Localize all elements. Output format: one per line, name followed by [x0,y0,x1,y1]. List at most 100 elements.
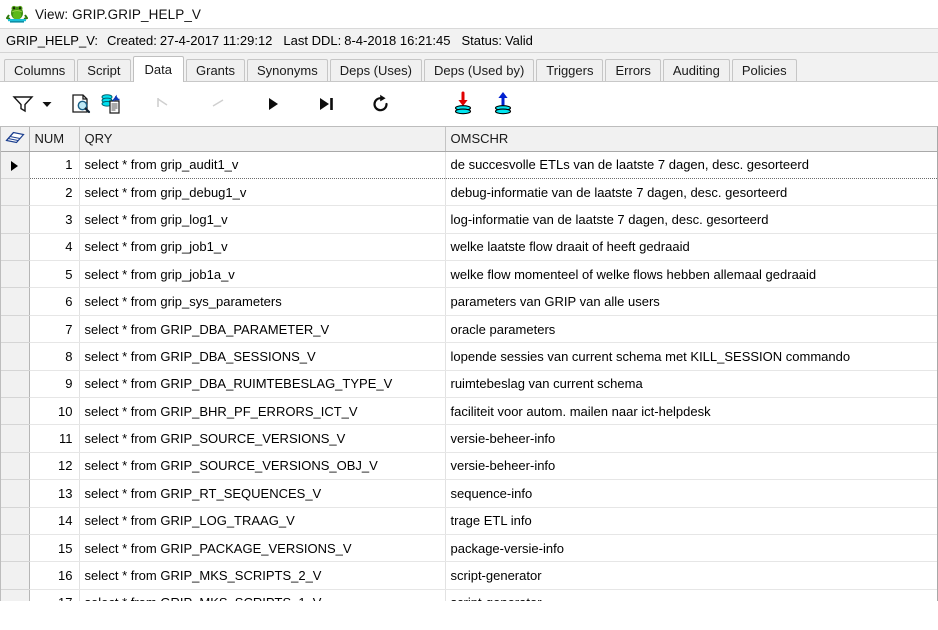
row-selector[interactable] [1,534,30,563]
filter-icon[interactable] [8,89,38,119]
row-selector[interactable] [1,260,30,289]
row-selector[interactable] [1,233,30,262]
cell-omschr[interactable]: package-versie-info [445,534,937,563]
rollback-icon[interactable] [488,89,518,119]
cell-omschr[interactable]: script-generator [445,561,937,590]
table-row[interactable]: 17select * from GRIP_MKS_SCRIPTS_1_Vscri… [1,589,937,601]
cell-num[interactable]: 5 [29,260,80,289]
cell-num[interactable]: 15 [29,534,80,563]
tab-triggers[interactable]: Triggers [536,59,604,81]
row-selector[interactable] [1,479,30,508]
row-selector[interactable] [1,342,30,371]
table-row[interactable]: 3 select * from grip_log1_v log-informatie… [1,205,937,234]
table-row[interactable]: 16 select * from GRIP_MKS_SCRIPTS_2_V scri… [1,561,937,590]
table-row[interactable]: 13 select * from GRIP_RT_SEQUENCES_V seque… [1,479,937,508]
row-selector[interactable] [1,315,30,344]
cell-num[interactable]: 4 [29,233,80,262]
cell-num[interactable]: 7 [29,315,80,344]
cell-omschr[interactable]: de succesvolle ETLs van de laatste 7 dag… [445,150,937,179]
row-selector[interactable] [1,151,30,179]
table-row[interactable]: 8 select * from GRIP_DBA_SESSIONS_V lopend… [1,342,937,371]
cell-qry[interactable]: select * from GRIP_MKS_SCRIPTS_1_V [79,589,446,601]
cell-omschr[interactable]: sequence-info [445,479,937,508]
row-selector[interactable] [1,287,30,316]
table-row[interactable]: 9 select * from GRIP_DBA_RUIMTEBESLAG_TYP… [1,370,937,399]
cell-omschr[interactable]: oracle parameters [445,315,937,344]
cell-omschr[interactable]: lopende sessies van current schema met K… [445,342,937,371]
row-selector[interactable] [1,561,30,590]
cell-omschr[interactable]: welke laatste flow draait of heeft gedra… [445,233,937,262]
cell-qry[interactable]: select * from GRIP_DBA_PARAMETER_V [79,315,446,344]
tab-deps-uses[interactable]: Deps (Uses) [329,59,422,81]
table-row[interactable]: 4 select * from grip_job1_v welke laatste … [1,233,937,262]
cell-omschr[interactable]: versie-beheer-info [445,424,937,453]
table-row[interactable]: 14 select * from GRIP_LOG_TRAAG_V trage ET… [1,507,937,535]
tab-grants[interactable]: Grants [186,59,246,81]
cell-qry[interactable]: select * from grip_job1a_v [79,260,446,289]
row-selector[interactable] [1,178,30,207]
cell-num[interactable]: 11 [29,424,80,453]
cell-num[interactable]: 17 [29,589,80,601]
cell-qry[interactable]: select * from GRIP_DBA_RUIMTEBESLAG_TYPE… [79,370,446,399]
cell-omschr[interactable]: debug-informatie van de laatste 7 dagen,… [445,178,937,207]
row-selector[interactable] [1,507,30,535]
table-row[interactable]: 15 select * from GRIP_PACKAGE_VERSIONS_V p… [1,534,937,563]
cell-num[interactable]: 1 [29,150,80,179]
cell-num[interactable]: 3 [29,205,80,234]
row-selector[interactable] [1,397,30,426]
cell-num[interactable]: 13 [29,479,80,508]
cell-num[interactable]: 9 [29,370,80,399]
tab-deps-used-by[interactable]: Deps (Used by) [423,59,535,81]
row-selector[interactable] [1,589,30,601]
row-selector[interactable] [1,452,30,481]
cell-qry[interactable]: select * from GRIP_PACKAGE_VERSIONS_V [79,534,446,563]
cell-qry[interactable]: select * from grip_debug1_v [79,178,446,207]
cell-qry[interactable]: select * from GRIP_LOG_TRAAG_V [79,507,446,535]
table-row[interactable]: 11 select * from GRIP_SOURCE_VERSIONS_V ve… [1,424,937,453]
column-header-num[interactable]: NUM [29,127,80,152]
cell-qry[interactable]: select * from grip_log1_v [79,205,446,234]
cell-omschr[interactable]: welke flow momenteel of welke flows hebb… [445,260,937,289]
commit-icon[interactable] [448,89,478,119]
row-selector[interactable] [1,205,30,234]
tab-auditing[interactable]: Auditing [662,59,730,81]
cell-num[interactable]: 2 [29,178,80,207]
cell-omschr[interactable]: faciliteit voor autom. mailen naar ict-h… [445,397,937,426]
cell-num[interactable]: 16 [29,561,80,590]
cell-qry[interactable]: select * from grip_sys_parameters [79,287,446,316]
table-row[interactable]: 5 select * from grip_job1a_v welke flow mo… [1,260,937,289]
cell-omschr[interactable]: script-generator [445,589,937,601]
cell-qry[interactable]: select * from grip_job1_v [79,233,446,262]
select-all-corner[interactable] [1,127,30,152]
cell-qry[interactable]: select * from GRIP_SOURCE_VERSIONS_OBJ_V [79,452,446,481]
cell-omschr[interactable]: versie-beheer-info [445,452,937,481]
cell-qry[interactable]: select * from GRIP_SOURCE_VERSIONS_V [79,424,446,453]
table-row[interactable]: 2 select * from grip_debug1_v debug-inform… [1,178,937,207]
cell-omschr[interactable]: ruimtebeslag van current schema [445,370,937,399]
row-selector[interactable] [1,424,30,453]
row-selector[interactable] [1,370,30,399]
cell-qry[interactable]: select * from GRIP_BHR_PF_ERRORS_ICT_V [79,397,446,426]
cell-qry[interactable]: select * from GRIP_RT_SEQUENCES_V [79,479,446,508]
cell-num[interactable]: 12 [29,452,80,481]
data-grid[interactable]: NUM QRY OMSCHR 1 select * from grip_audit… [0,126,938,601]
column-header-omschr[interactable]: OMSCHR [445,127,937,152]
query-preview-icon[interactable] [66,89,96,119]
cell-num[interactable]: 10 [29,397,80,426]
table-row[interactable]: 10 select * from GRIP_BHR_PF_ERRORS_ICT_V… [1,397,937,426]
cell-qry[interactable]: select * from grip_audit1_v [79,150,446,179]
chevron-down-icon[interactable] [38,89,56,119]
cell-omschr[interactable]: parameters van GRIP van alle users [445,287,937,316]
table-row[interactable]: 12 select * from GRIP_SOURCE_VERSIONS_OBJ… [1,452,937,481]
cell-omschr[interactable]: log-informatie van de laatste 7 dagen, d… [445,205,937,234]
table-row[interactable]: 1 select * from grip_audit1_v de succesvol… [1,150,937,179]
cell-qry[interactable]: select * from GRIP_DBA_SESSIONS_V [79,342,446,371]
column-header-qry[interactable]: QRY [79,127,446,152]
tab-script[interactable]: Script [77,59,131,81]
export-query-icon[interactable] [96,89,126,119]
tab-policies[interactable]: Policies [731,59,797,81]
table-row[interactable]: 7 select * from GRIP_DBA_PARAMETER_V oracl… [1,315,937,344]
table-row[interactable]: 6 select * from grip_sys_parameters parame… [1,287,937,316]
cell-num[interactable]: 8 [29,342,80,371]
tab-columns[interactable]: Columns [4,59,76,81]
